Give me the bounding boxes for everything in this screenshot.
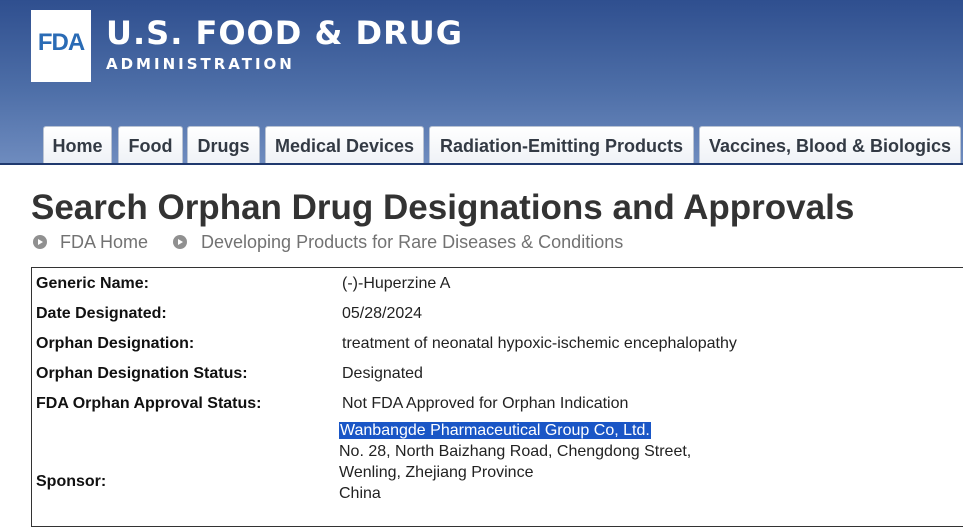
orphan-designation-label: Orphan Designation: [36, 335, 195, 352]
sponsor-label: Sponsor: [36, 473, 107, 490]
orphan-designation-value: treatment of neonatal hypoxic-ischemic e… [342, 335, 737, 352]
approval-status-label: FDA Orphan Approval Status: [36, 395, 262, 412]
tab-home[interactable]: Home [43, 126, 112, 165]
site-header: FDA U.S. FOOD & DRUG ADMINISTRATION Home… [0, 0, 963, 165]
agency-name: U.S. FOOD & DRUG [106, 14, 463, 52]
breadcrumb-fda-home[interactable]: FDA Home [60, 232, 148, 253]
approval-status-value: Not FDA Approved for Orphan Indication [342, 395, 629, 412]
sponsor-address-line2: Wenling, Zhejiang Province [339, 464, 534, 481]
generic-name-label: Generic Name: [36, 275, 149, 292]
tab-radiation-emitting-products[interactable]: Radiation-Emitting Products [429, 126, 694, 165]
breadcrumb-rare-diseases[interactable]: Developing Products for Rare Diseases & … [201, 232, 623, 253]
sponsor-name-line: Wanbangde Pharmaceutical Group Co, Ltd. [339, 422, 651, 440]
page-title: Search Orphan Drug Designations and Appr… [31, 188, 855, 227]
sponsor-address-line1: No. 28, North Baizhang Road, Chengdong S… [339, 443, 692, 460]
designation-status-value: Designated [342, 365, 423, 382]
designation-status-label: Orphan Designation Status: [36, 365, 248, 382]
tab-drugs[interactable]: Drugs [187, 126, 260, 165]
sponsor-country: China [339, 485, 381, 502]
breadcrumb-arrow-icon [33, 235, 47, 249]
generic-name-value: (-)-Huperzine A [342, 275, 451, 292]
date-designated-label: Date Designated: [36, 305, 167, 322]
main-nav: Home Food Drugs Medical Devices Radiatio… [0, 126, 963, 165]
agency-subtitle: ADMINISTRATION [106, 55, 295, 73]
sponsor-name[interactable]: Wanbangde Pharmaceutical Group Co, Ltd. [339, 422, 651, 439]
tab-food[interactable]: Food [118, 126, 183, 165]
tab-medical-devices[interactable]: Medical Devices [265, 126, 424, 165]
fda-logo[interactable]: FDA [31, 10, 91, 82]
date-designated-value: 05/28/2024 [342, 305, 423, 322]
breadcrumb-arrow-icon [173, 235, 187, 249]
fda-logo-text: FDA [37, 29, 85, 56]
tab-vaccines-blood-biologics[interactable]: Vaccines, Blood & Biologics [699, 126, 961, 165]
